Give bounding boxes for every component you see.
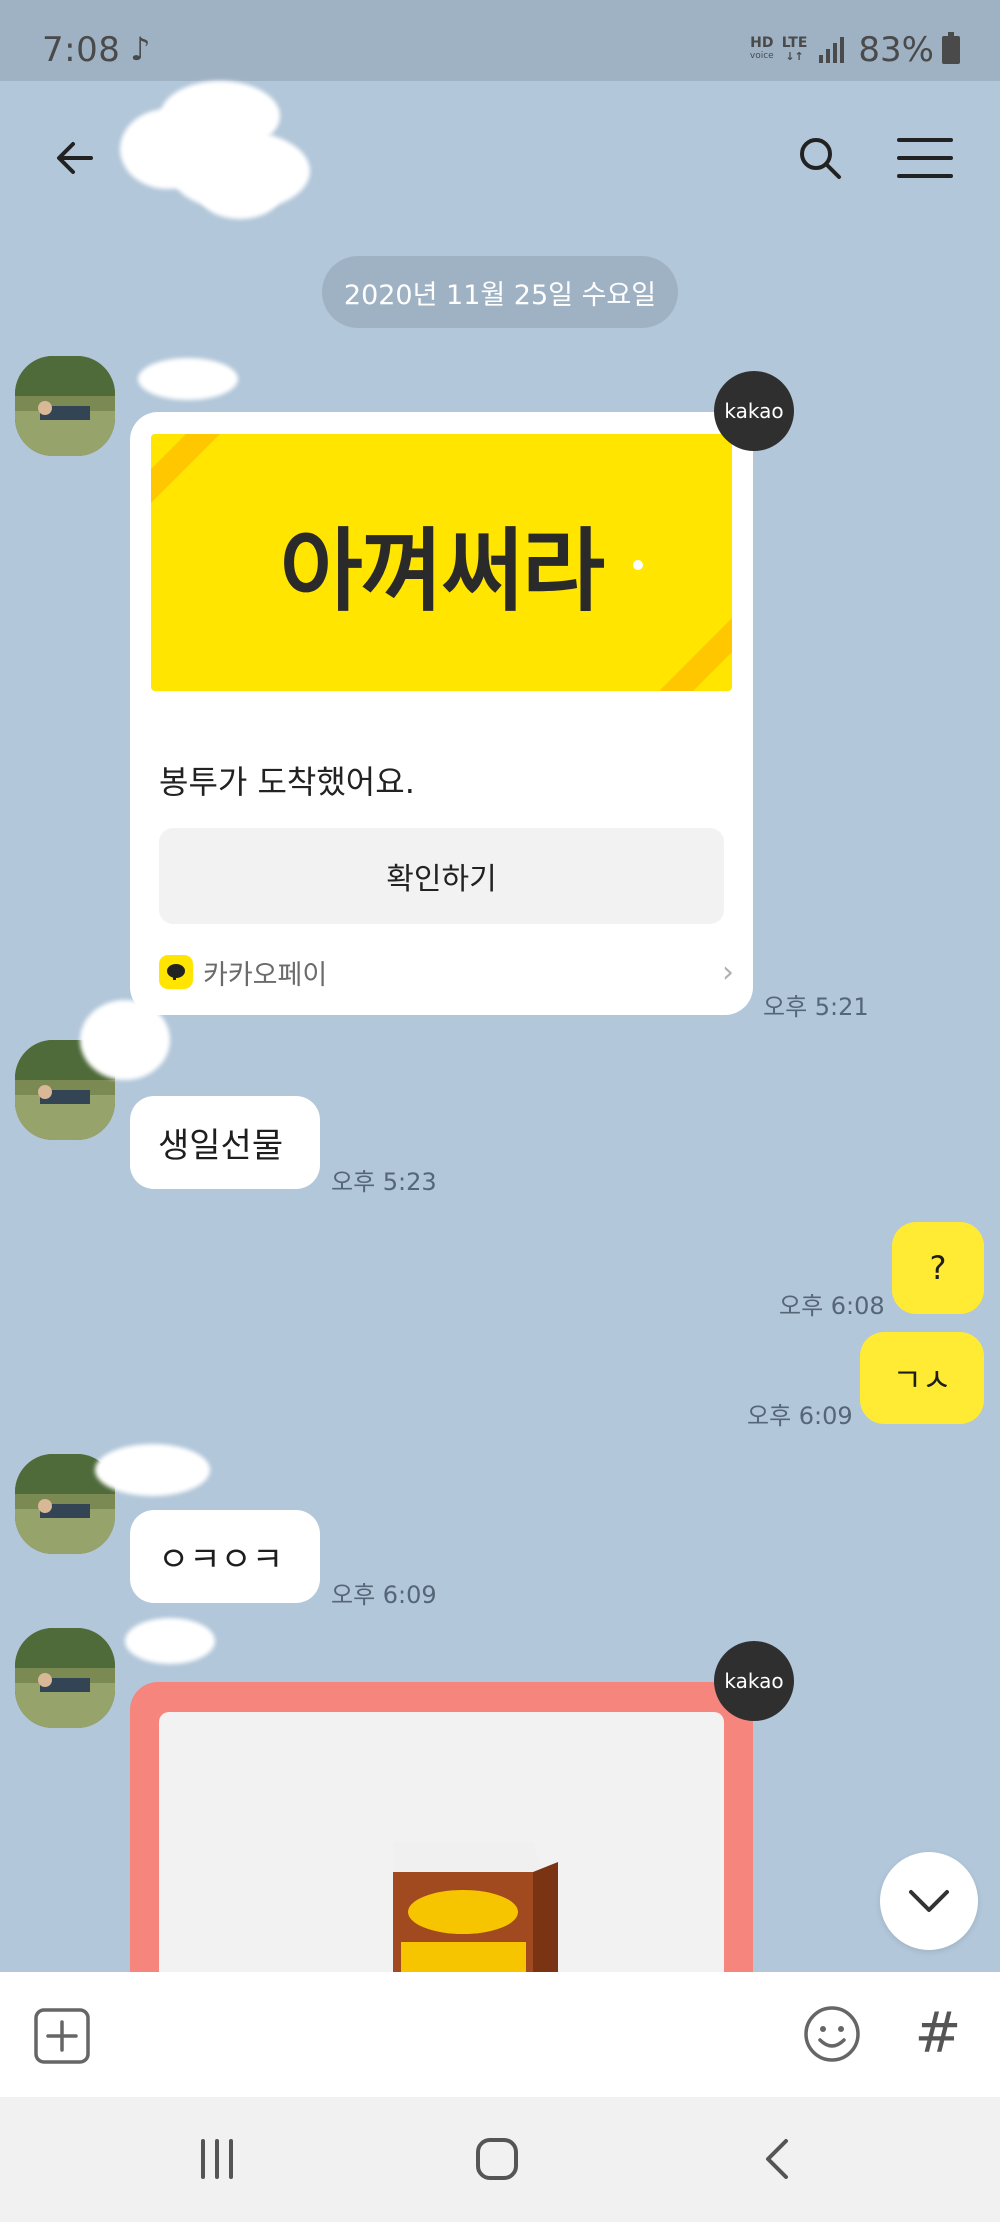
system-nav-bar [0,2097,1000,2222]
gift-card[interactable] [130,1682,753,1972]
avatar[interactable] [15,356,115,456]
avatar-photo [15,1628,115,1728]
message-bubble[interactable]: ㅇㅋㅇㅋ [130,1510,320,1603]
avatar[interactable] [15,1628,115,1728]
kakaopay-envelope-card[interactable]: 아껴써라 봉투가 도착했어요. 확인하기 카카오페이 › [130,412,753,1015]
message-time: 오후 5:23 [331,1168,437,1196]
chat-room-title-redacted [120,81,320,221]
search-icon [800,138,841,179]
signal-icon [819,37,845,63]
status-bar: 7:08 ♪ HD voice LTE ↓↑ 83% [0,0,1000,81]
date-divider: 2020년 11월 25일 수요일 [322,256,678,328]
recent-apps-button[interactable] [182,2129,252,2189]
confirm-button[interactable]: 확인하기 [159,828,724,924]
lte-indicator: LTE ↓↑ [781,35,808,63]
back-chevron-icon [766,2139,788,2179]
scroll-to-bottom-button[interactable] [880,1852,978,1950]
menu-button[interactable] [890,123,960,193]
back-button[interactable] [40,123,110,193]
my-message-bubble[interactable]: ? [892,1222,984,1314]
my-message-bubble[interactable]: ㄱㅅ [860,1332,984,1424]
battery-icon [942,32,960,64]
recent-apps-icon [201,2139,233,2179]
status-time: 7:08 [42,30,121,70]
plus-box-icon [34,2008,90,2064]
kakaopay-label: 카카오페이 [203,959,328,991]
music-note-icon: ♪ [130,30,151,68]
message-time: 오후 6:09 [331,1581,437,1609]
message-time: 오후 5:21 [763,993,869,1021]
chevron-down-icon [909,1890,949,1912]
kakaopay-icon [159,955,193,989]
home-button[interactable] [462,2129,532,2189]
hamburger-menu-icon [897,138,953,178]
chocolate-milk-image [393,1842,558,1972]
emoji-button[interactable] [802,2004,862,2064]
message-time: 오후 6:08 [779,1292,885,1320]
battery-percent: 83% [858,30,934,70]
home-icon [476,2138,518,2180]
kakaopay-footer[interactable]: 카카오페이 › [159,952,734,992]
message-time: 오후 6:09 [747,1402,853,1430]
envelope-banner: 아껴써라 [151,434,732,691]
emoji-icon [804,2006,860,2062]
chevron-right-icon: › [722,954,734,990]
system-back-button[interactable] [742,2129,812,2189]
attach-button[interactable] [33,2007,91,2065]
gift-image-area [159,1712,724,1972]
chat-header [0,81,1000,221]
avatar-photo [15,356,115,456]
back-arrow-icon [57,142,93,174]
kakao-badge: kakao [714,1641,794,1721]
card-message: 봉투가 도착했어요. [159,763,415,801]
banner-dot [633,560,643,570]
message-bubble[interactable]: 생일선물 [130,1096,320,1189]
banner-text: 아껴써라 [279,518,605,624]
status-indicators: HD voice LTE ↓↑ 83% [750,30,960,70]
kakao-badge: kakao [714,371,794,451]
message-input-bar: # [0,1972,1000,2097]
search-button[interactable] [785,123,855,193]
hd-voice-indicator: HD voice [749,35,774,61]
hashtag-button[interactable]: # [908,2000,968,2066]
